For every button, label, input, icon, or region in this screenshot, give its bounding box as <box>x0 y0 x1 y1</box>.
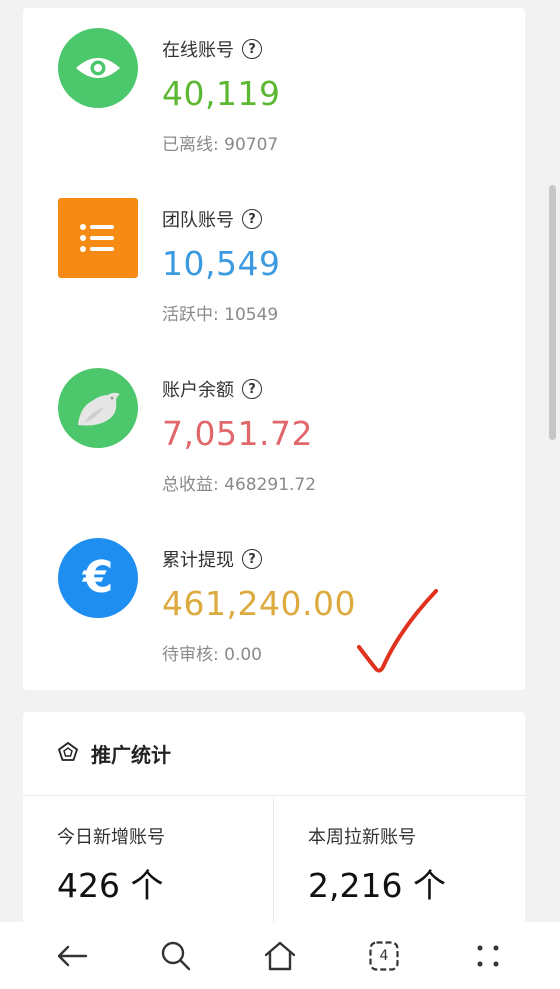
promo-today-label: 今日新增账号 <box>57 827 165 848</box>
stat-sub: 总收益: 468291.72 <box>162 475 317 495</box>
tab-count: 4 <box>379 947 389 964</box>
tabs-icon: 4 <box>369 940 399 971</box>
eye-icon <box>58 28 138 108</box>
pentagon-icon <box>57 741 79 767</box>
promo-week: 本周拉新账号 2,216 个 <box>274 797 525 937</box>
stat-team-accounts: 团队账号 ? 10,549 活跃中: 10549 <box>23 178 525 328</box>
more-button[interactable] <box>458 926 518 986</box>
promo-week-value: 2,216 个 <box>308 866 446 905</box>
promo-stats-card: 推广统计 今日新增账号 426 个 本周拉新账号 2,216 个 <box>23 712 525 937</box>
stat-account-balance: 账户余额 ? 7,051.72 总收益: 468291.72 <box>23 348 525 498</box>
help-icon[interactable]: ? <box>242 209 262 229</box>
promo-title: 推广统计 <box>91 743 171 767</box>
stat-title: 团队账号 <box>162 210 234 231</box>
search-icon <box>161 941 191 970</box>
stat-title: 在线账号 <box>162 40 234 61</box>
promo-header: 推广统计 <box>23 712 525 796</box>
bird-icon <box>58 368 138 448</box>
stat-value: 461,240.00 <box>162 584 356 623</box>
stat-value: 40,119 <box>162 74 281 113</box>
back-button[interactable] <box>42 926 102 986</box>
bottom-nav-bar: 4 <box>0 922 560 989</box>
home-button[interactable] <box>250 926 310 986</box>
stat-title: 账户余额 <box>162 380 234 401</box>
checkmark-annotation <box>357 589 438 673</box>
search-button[interactable] <box>146 926 206 986</box>
back-arrow-icon <box>57 945 88 966</box>
stat-value: 10,549 <box>162 244 281 283</box>
stat-online-accounts: 在线账号 ? 40,119 已离线: 90707 <box>23 8 525 158</box>
scrollbar[interactable] <box>549 185 556 440</box>
promo-today: 今日新增账号 426 个 <box>23 797 274 937</box>
stat-sub: 待审核: 0.00 <box>162 645 262 665</box>
stat-sub: 已离线: 90707 <box>162 135 279 155</box>
home-icon <box>264 941 296 970</box>
stat-sub: 活跃中: 10549 <box>162 305 279 325</box>
promo-week-label: 本周拉新账号 <box>308 827 416 848</box>
promo-today-value: 426 个 <box>57 866 164 905</box>
grid-dots-icon <box>477 945 499 966</box>
help-icon[interactable]: ? <box>242 39 262 59</box>
tabs-button[interactable]: 4 <box>354 926 414 986</box>
help-icon[interactable]: ? <box>242 549 262 569</box>
stat-title: 累计提现 <box>162 550 234 571</box>
list-icon <box>58 198 138 278</box>
stat-value: 7,051.72 <box>162 414 313 453</box>
euro-icon: € <box>58 538 138 618</box>
help-icon[interactable]: ? <box>242 379 262 399</box>
